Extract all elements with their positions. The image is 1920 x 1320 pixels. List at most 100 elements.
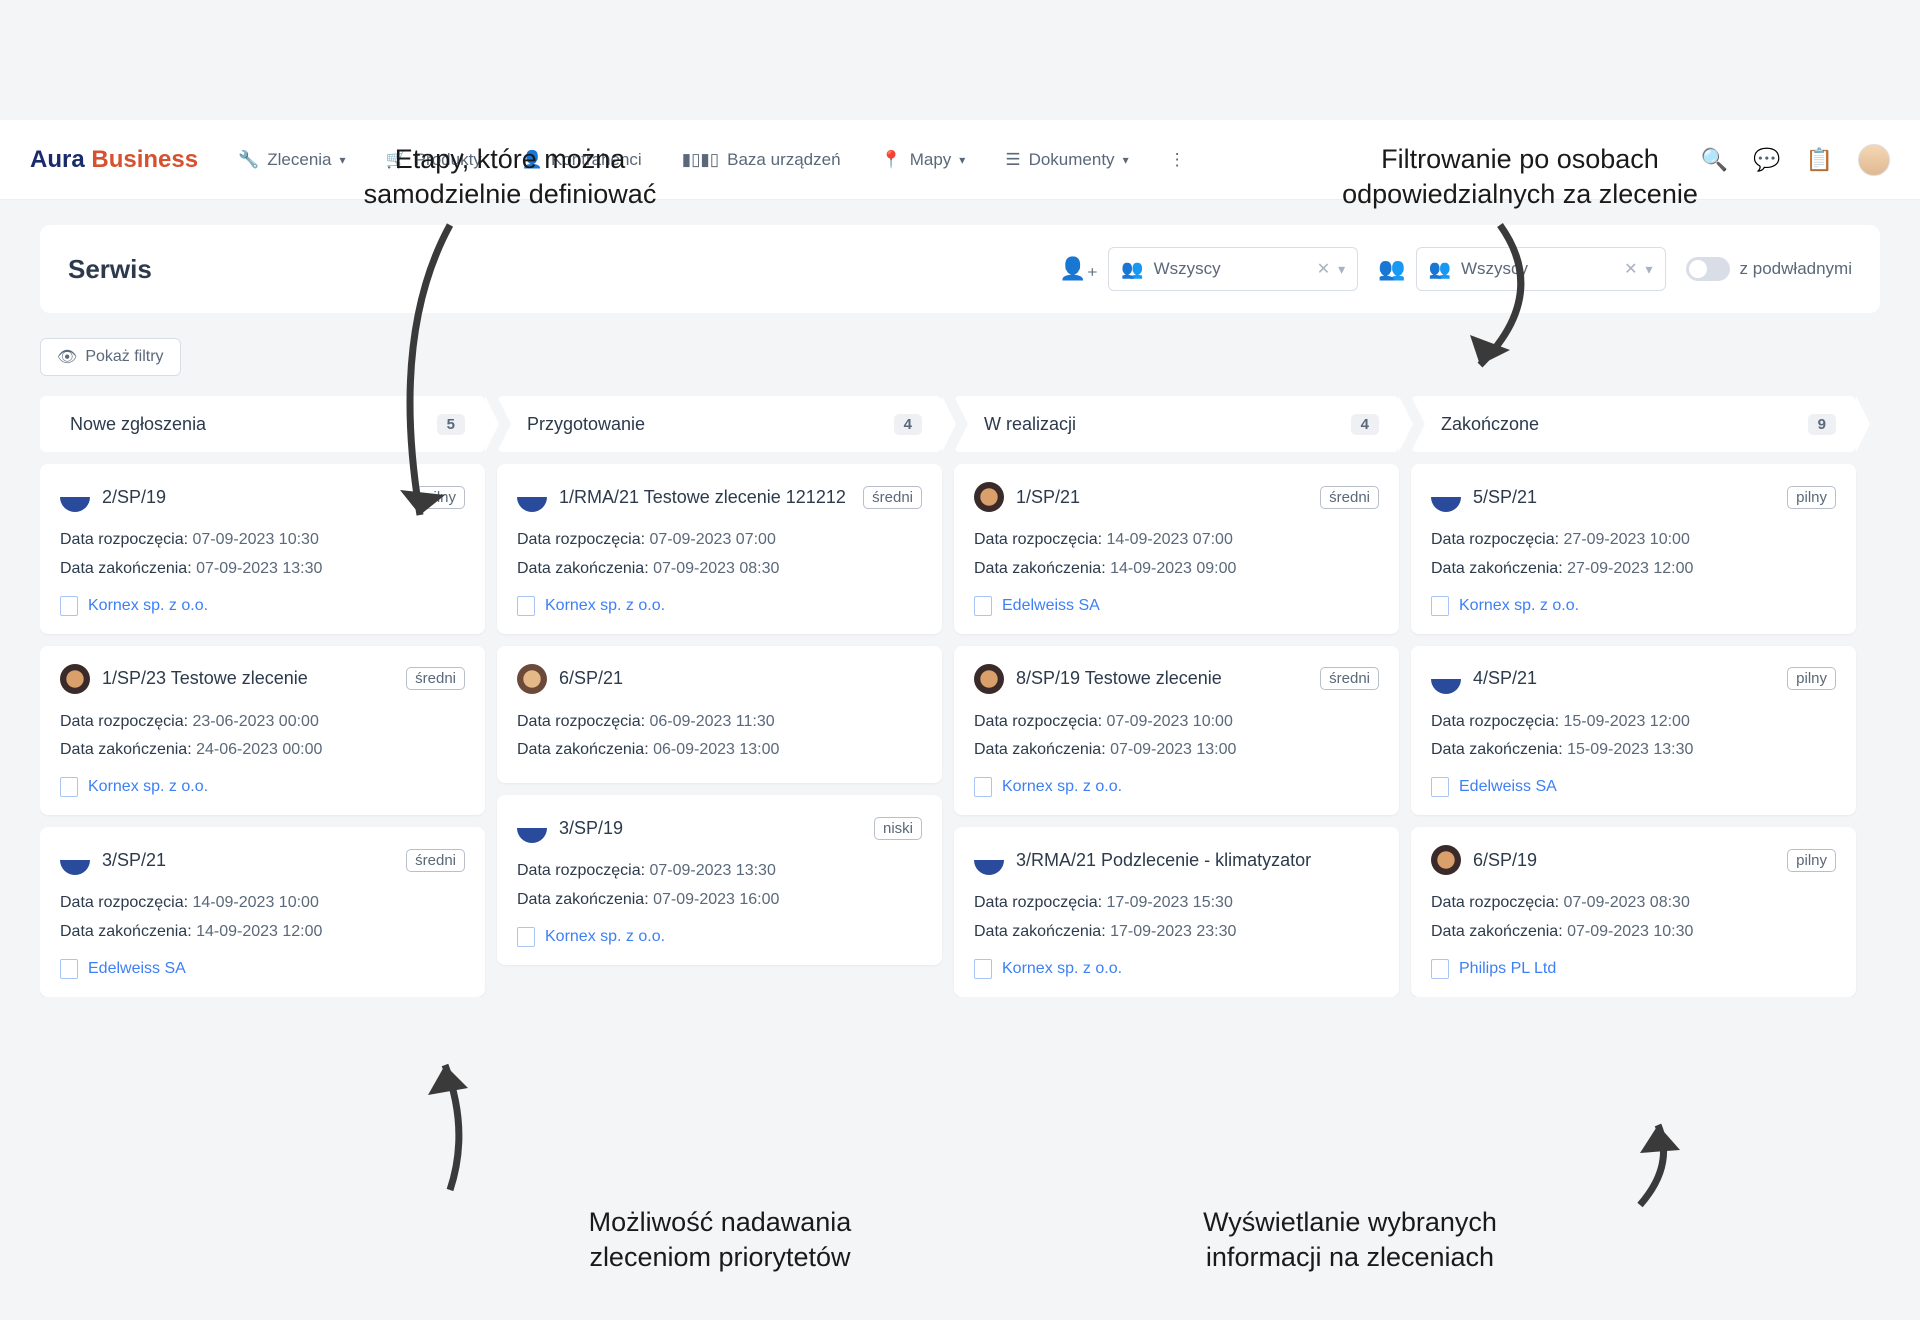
clear-icon[interactable]: ✕ [1624, 259, 1637, 279]
assignee-filter-1[interactable]: 👥 Wszyscy ✕ ▾ [1108, 247, 1358, 291]
assignee-avatar [1431, 845, 1461, 875]
chevron-down-icon: ▾ [1123, 153, 1129, 167]
toggle-label: z podwładnymi [1740, 259, 1852, 279]
order-card[interactable]: 6/SP/21 Data rozpoczęcia: 06-09-2023 11:… [497, 646, 942, 784]
card-meta: Data rozpoczęcia: 07-09-2023 10:00 Data … [974, 708, 1379, 766]
document-icon [1431, 777, 1449, 797]
column-count: 4 [894, 414, 922, 435]
order-card[interactable]: 1/SP/21 średni Data rozpoczęcia: 14-09-2… [954, 464, 1399, 634]
card-title: 5/SP/21 [1473, 487, 1775, 508]
company-name: Edelweiss SA [1002, 597, 1100, 615]
document-icon [60, 777, 78, 797]
card-header: 1/SP/23 Testowe zlecenie średni [60, 664, 465, 694]
company-link[interactable]: Kornex sp. z o.o. [517, 927, 922, 947]
company-name: Kornex sp. z o.o. [545, 597, 665, 615]
company-link[interactable]: Edelweiss SA [974, 596, 1379, 616]
card-header: 3/SP/19 niski [517, 813, 922, 843]
assignee-avatar [974, 482, 1004, 512]
card-meta: Data rozpoczęcia: 14-09-2023 07:00 Data … [974, 526, 1379, 584]
logo-part1: Aura [30, 146, 91, 173]
company-link[interactable]: Philips PL Ltd [1431, 959, 1836, 979]
document-icon [60, 959, 78, 979]
document-icon [517, 927, 535, 947]
card-meta: Data rozpoczęcia: 17-09-2023 15:30 Data … [974, 889, 1379, 947]
team-icon[interactable]: 👥 [1378, 256, 1405, 282]
card-title: 3/SP/19 [559, 818, 862, 839]
annotation-stages: Etapy, które możnasamodzielnie definiowa… [290, 142, 730, 212]
column-title: W realizacji [974, 414, 1351, 435]
card-title: 3/RMA/21 Podzlecenie - klimatyzator [1016, 850, 1379, 871]
order-card[interactable]: 4/SP/21 pilny Data rozpoczęcia: 15-09-20… [1411, 646, 1856, 816]
order-card[interactable]: 3/SP/21 średni Data rozpoczęcia: 14-09-2… [40, 827, 485, 997]
kanban-column: Zakończone9 5/SP/21 pilny Data rozpoczęc… [1411, 396, 1856, 997]
company-link[interactable]: Kornex sp. z o.o. [974, 777, 1379, 797]
nav-more[interactable]: ⋮ [1169, 150, 1186, 170]
company-link[interactable]: Kornex sp. z o.o. [60, 596, 465, 616]
document-icon [1431, 596, 1449, 616]
column-title: Przygotowanie [517, 414, 894, 435]
card-meta: Data rozpoczęcia: 06-09-2023 11:30 Data … [517, 708, 922, 766]
clear-icon[interactable]: ✕ [1317, 259, 1330, 279]
show-filters-label: Pokaż filtry [85, 348, 163, 366]
document-icon [60, 596, 78, 616]
card-header: 1/RMA/21 Testowe zlecenie 121212 średni [517, 482, 922, 512]
company-link[interactable]: Kornex sp. z o.o. [974, 959, 1379, 979]
assignee-avatar [1431, 482, 1461, 512]
document-icon [1431, 959, 1449, 979]
order-card[interactable]: 1/RMA/21 Testowe zlecenie 121212 średni … [497, 464, 942, 634]
card-title: 3/SP/21 [102, 850, 394, 871]
arrow-from-priority [410, 1040, 490, 1200]
company-name: Kornex sp. z o.o. [545, 928, 665, 946]
card-header: 5/SP/21 pilny [1431, 482, 1836, 512]
list-icon: ☰ [1005, 150, 1020, 170]
priority-badge: średni [406, 849, 465, 872]
assignee-avatar [517, 664, 547, 694]
page-title: Serwis [68, 254, 1059, 285]
order-card[interactable]: 1/SP/23 Testowe zlecenie średni Data roz… [40, 646, 485, 816]
company-name: Edelweiss SA [88, 960, 186, 978]
priority-badge: pilny [1787, 486, 1836, 509]
order-card[interactable]: 5/SP/21 pilny Data rozpoczęcia: 27-09-20… [1411, 464, 1856, 634]
company-link[interactable]: Kornex sp. z o.o. [1431, 596, 1836, 616]
logo-part2: Business [91, 146, 198, 173]
company-link[interactable]: Edelweiss SA [1431, 777, 1836, 797]
clipboard-icon[interactable]: 📋 [1806, 147, 1833, 173]
card-title: 1/SP/23 Testowe zlecenie [102, 668, 394, 689]
kanban-column: W realizacji4 1/SP/21 średni Data rozpoc… [954, 396, 1399, 997]
company-name: Kornex sp. z o.o. [88, 778, 208, 796]
kanban-column: Przygotowanie4 1/RMA/21 Testowe zlecenie… [497, 396, 942, 997]
company-name: Kornex sp. z o.o. [1002, 778, 1122, 796]
assignee-avatar [60, 482, 90, 512]
subordinates-toggle[interactable] [1686, 257, 1730, 281]
nav-dokumenty[interactable]: ☰ Dokumenty ▾ [1005, 150, 1128, 170]
company-link[interactable]: Kornex sp. z o.o. [517, 596, 922, 616]
nav-mapy[interactable]: 📍 Mapy ▾ [881, 150, 966, 170]
wrench-icon: 🔧 [238, 150, 259, 170]
card-header: 3/RMA/21 Podzlecenie - klimatyzator [974, 845, 1379, 875]
order-card[interactable]: 6/SP/19 pilny Data rozpoczęcia: 07-09-20… [1411, 827, 1856, 997]
column-header[interactable]: Zakończone9 [1411, 396, 1856, 452]
company-link[interactable]: Edelweiss SA [60, 959, 465, 979]
arrow-from-info [1620, 1105, 1700, 1215]
assignee-avatar [974, 664, 1004, 694]
company-link[interactable]: Kornex sp. z o.o. [60, 777, 465, 797]
group-icon: 👥 [1121, 259, 1143, 280]
column-header[interactable]: W realizacji4 [954, 396, 1399, 452]
card-header: 3/SP/21 średni [60, 845, 465, 875]
card-header: 6/SP/19 pilny [1431, 845, 1836, 875]
assignee-avatar [1431, 664, 1461, 694]
more-icon: ⋮ [1169, 150, 1186, 170]
user-avatar[interactable] [1858, 144, 1890, 176]
person-add-icon[interactable]: 👤₊ [1059, 256, 1098, 282]
order-card[interactable]: 3/RMA/21 Podzlecenie - klimatyzator Data… [954, 827, 1399, 997]
pin-icon: 📍 [881, 150, 902, 170]
document-icon [974, 596, 992, 616]
order-card[interactable]: 8/SP/19 Testowe zlecenie średni Data roz… [954, 646, 1399, 816]
column-count: 9 [1808, 414, 1836, 435]
show-filters-button[interactable]: 👁 Pokaż filtry [40, 338, 181, 376]
order-card[interactable]: 3/SP/19 niski Data rozpoczęcia: 07-09-20… [497, 795, 942, 965]
chevron-down-icon: ▾ [1646, 261, 1653, 278]
card-title: 6/SP/19 [1473, 850, 1775, 871]
column-header[interactable]: Przygotowanie4 [497, 396, 942, 452]
card-meta: Data rozpoczęcia: 07-09-2023 08:30 Data … [1431, 889, 1836, 947]
